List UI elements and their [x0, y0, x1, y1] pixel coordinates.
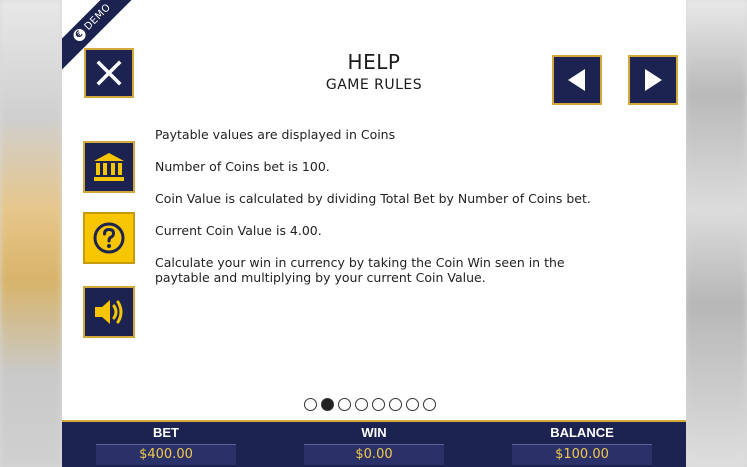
page-dot[interactable]	[389, 398, 402, 411]
page-dot-current[interactable]	[321, 398, 334, 411]
page-indicator	[304, 398, 436, 414]
win-value: $0.00	[304, 444, 444, 465]
rule-line: Calculate your win in currency by taking…	[155, 255, 565, 285]
bet-display: BET $400.00	[96, 422, 236, 465]
win-label: WIN	[361, 425, 387, 440]
bet-value: $400.00	[96, 444, 236, 465]
sound-button[interactable]	[83, 286, 135, 338]
balance-display: BALANCE $100.00	[512, 422, 652, 465]
help-button[interactable]	[83, 212, 135, 264]
triangle-right-icon	[645, 69, 662, 91]
help-panel: €DEMO HELP GAME RULES Paytable values ar…	[62, 0, 686, 420]
question-icon	[93, 222, 125, 254]
bet-label: BET	[153, 425, 179, 440]
rule-line: Number of Coins bet is 100.	[155, 159, 330, 174]
background-game-left	[0, 0, 62, 467]
background-game-right	[685, 0, 747, 467]
close-icon	[96, 60, 122, 86]
page-dot[interactable]	[304, 398, 317, 411]
page-dot[interactable]	[423, 398, 436, 411]
next-page-button[interactable]	[628, 55, 678, 105]
paytable-button[interactable]	[83, 141, 135, 193]
win-display: WIN $0.00	[304, 422, 444, 465]
page-dot[interactable]	[406, 398, 419, 411]
balance-label: BALANCE	[550, 425, 614, 440]
rule-line: Paytable values are displayed in Coins	[155, 127, 396, 142]
rule-line: Coin Value is calculated by dividing Tot…	[155, 191, 591, 206]
bank-icon	[94, 153, 124, 181]
page-dot[interactable]	[338, 398, 351, 411]
rule-line: Current Coin Value is 4.00.	[155, 223, 322, 238]
status-bar: BET $400.00 WIN $0.00 BALANCE $100.00	[62, 420, 686, 467]
close-button[interactable]	[84, 48, 134, 98]
balance-value: $100.00	[512, 444, 652, 465]
demo-label: DEMO	[82, 1, 114, 33]
page-dot[interactable]	[355, 398, 368, 411]
triangle-left-icon	[568, 69, 585, 91]
speaker-icon	[95, 300, 123, 324]
page-dot[interactable]	[372, 398, 385, 411]
prev-page-button[interactable]	[552, 55, 602, 105]
